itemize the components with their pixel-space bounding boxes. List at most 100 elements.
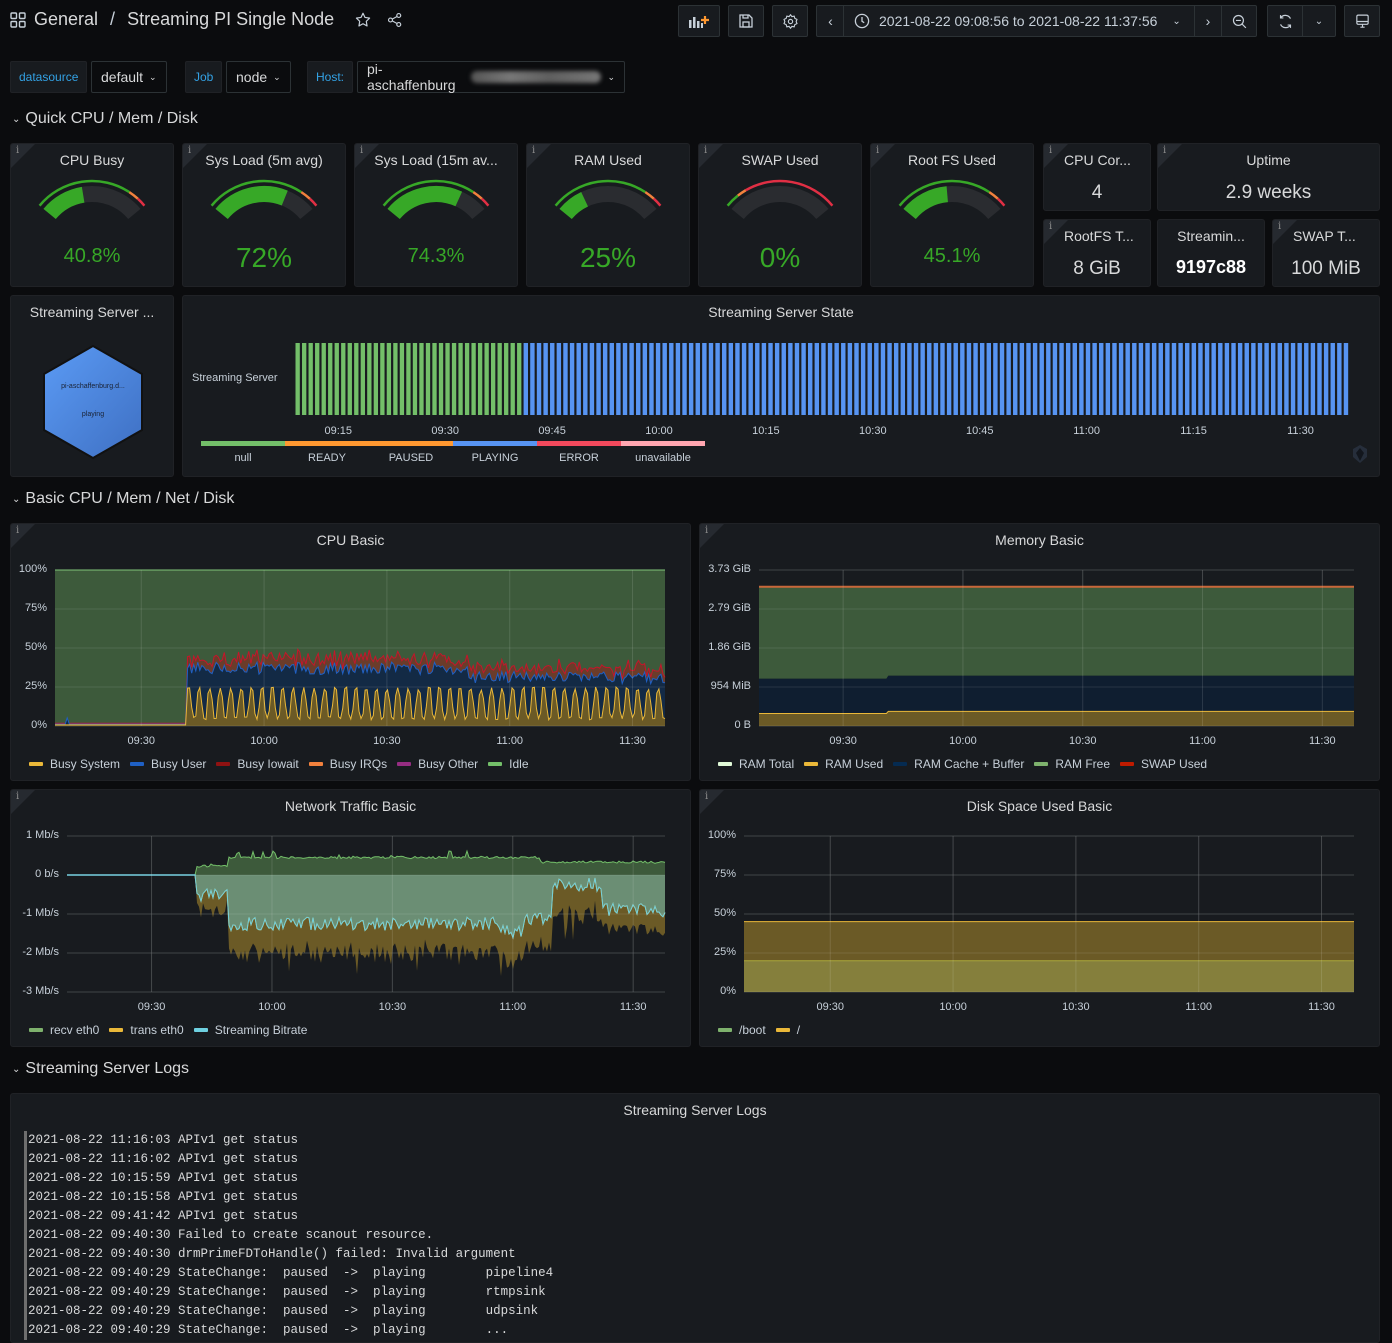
stat-value: 2.9 weeks bbox=[1225, 182, 1312, 203]
x-tick-label: 10:00 bbox=[645, 425, 673, 437]
log-line[interactable]: 2021-08-22 09:40:29 StateChange: paused … bbox=[24, 1283, 553, 1302]
log-line[interactable]: 2021-08-22 10:15:58 APIv1 get status bbox=[24, 1188, 553, 1207]
legend-item[interactable]: SWAP Used bbox=[1120, 757, 1207, 771]
log-line[interactable]: 2021-08-22 09:40:29 StateChange: paused … bbox=[24, 1321, 553, 1340]
refresh-button[interactable] bbox=[1267, 5, 1303, 37]
row-quick-cpu-mem-disk[interactable]: ⌄ Quick CPU / Mem / Disk bbox=[12, 110, 198, 128]
dashboard-title[interactable]: Streaming PI Single Node bbox=[127, 9, 334, 30]
gauge-track bbox=[731, 186, 829, 220]
legend-label-unavailable: unavailable bbox=[635, 452, 691, 464]
log-line[interactable]: 2021-08-22 09:41:42 APIv1 get status bbox=[24, 1207, 553, 1226]
refresh-icon bbox=[1279, 14, 1291, 28]
time-shift-forward-button[interactable]: › bbox=[1194, 5, 1222, 37]
log-line[interactable]: 2021-08-22 11:16:02 APIv1 get status bbox=[24, 1150, 553, 1169]
state-bar-ready bbox=[510, 343, 515, 415]
job-value: node bbox=[236, 69, 268, 85]
legend-label: RAM Total bbox=[739, 757, 795, 771]
dashboards-grid-icon[interactable] bbox=[10, 11, 26, 28]
state-bar-playing bbox=[913, 343, 919, 415]
legend-swatch bbox=[775, 1028, 790, 1032]
state-bar-playing bbox=[682, 343, 687, 415]
state-bar-playing bbox=[1006, 343, 1011, 415]
dashboard-settings-button[interactable] bbox=[772, 5, 808, 37]
legend-item[interactable]: Busy IRQs bbox=[308, 757, 387, 771]
log-line[interactable]: 2021-08-22 09:40:29 StateChange: paused … bbox=[24, 1264, 553, 1283]
state-bar-ready bbox=[393, 343, 398, 415]
legend-item[interactable]: Busy System bbox=[29, 757, 120, 771]
legend-item[interactable]: trans eth0 bbox=[109, 1023, 184, 1037]
info-icon[interactable]: i bbox=[1278, 221, 1281, 232]
log-line[interactable]: 2021-08-22 09:40:30 drmPrimeFDToHandle()… bbox=[24, 1245, 553, 1264]
state-bar-playing bbox=[841, 343, 846, 415]
gauge-threshold bbox=[652, 197, 662, 207]
state-bar-ready bbox=[471, 343, 476, 415]
state-bar-ready bbox=[315, 343, 320, 415]
legend-item[interactable]: Busy Other bbox=[397, 757, 478, 771]
tv-mode-button[interactable] bbox=[1344, 5, 1380, 37]
legend-label: /boot bbox=[739, 1023, 766, 1037]
state-bar-ready bbox=[412, 343, 418, 415]
legend-item[interactable]: Idle bbox=[488, 757, 529, 771]
legend-item[interactable]: RAM Cache + Buffer bbox=[893, 757, 1024, 771]
share-icon[interactable] bbox=[386, 11, 404, 29]
state-bar-playing bbox=[550, 343, 555, 415]
time-shift-back-button[interactable]: ‹ bbox=[816, 5, 844, 37]
datasource-variable-select[interactable]: default ⌄ bbox=[91, 61, 167, 93]
legend-item[interactable]: Busy Iowait bbox=[216, 757, 299, 771]
log-line[interactable]: 2021-08-22 09:40:30 Failed to create sca… bbox=[24, 1226, 553, 1245]
legend-item[interactable]: / bbox=[775, 1023, 801, 1037]
log-line[interactable]: 2021-08-22 10:15:59 APIv1 get status bbox=[24, 1169, 553, 1188]
time-range-picker[interactable]: 2021-08-22 09:08:56 to 2021-08-22 11:37:… bbox=[843, 5, 1195, 37]
state-bar-playing bbox=[1224, 343, 1230, 415]
state-bar-playing bbox=[1052, 343, 1058, 415]
state-bar-playing bbox=[847, 343, 853, 415]
info-icon[interactable]: i bbox=[1049, 221, 1052, 232]
y-tick-label: 75% bbox=[713, 868, 736, 880]
gauge-value: 72% bbox=[235, 242, 293, 273]
state-bar-playing bbox=[755, 343, 760, 415]
legend-item[interactable]: RAM Used bbox=[804, 757, 883, 771]
state-bar-playing bbox=[774, 343, 780, 415]
legend-label: Busy Other bbox=[418, 757, 479, 771]
legend-item[interactable]: RAM Free bbox=[1034, 757, 1110, 771]
log-line[interactable]: 2021-08-22 11:16:03 APIv1 get status bbox=[24, 1131, 553, 1150]
save-dashboard-button[interactable] bbox=[728, 5, 764, 37]
log-line[interactable]: 2021-08-22 09:40:29 StateChange: paused … bbox=[24, 1302, 553, 1321]
legend-item[interactable]: RAM Total bbox=[718, 757, 794, 771]
legend-item[interactable]: Busy User bbox=[130, 757, 206, 771]
state-bar-playing bbox=[1013, 343, 1018, 415]
refresh-interval-dropdown[interactable]: ⌄ bbox=[1302, 5, 1336, 37]
hexagon-host: pi-aschaffenburg.d... bbox=[61, 383, 125, 390]
folder-link[interactable]: General bbox=[34, 9, 98, 30]
host-variable-select[interactable]: pi-aschaffenburg ⌄ bbox=[357, 61, 625, 93]
panel-title: RootFS T... bbox=[1064, 228, 1134, 244]
row-title: Quick CPU / Mem / Disk bbox=[25, 110, 198, 127]
star-icon[interactable] bbox=[354, 11, 372, 29]
row-streaming-server-logs[interactable]: ⌄ Streaming Server Logs bbox=[12, 1060, 189, 1078]
state-bar-playing bbox=[708, 343, 714, 415]
state-bar-playing bbox=[907, 343, 912, 415]
add-panel-button[interactable] bbox=[678, 5, 720, 37]
legend-label: Streaming Bitrate bbox=[214, 1023, 308, 1037]
y-tick-label: 1.86 GiB bbox=[708, 641, 751, 653]
log-list[interactable]: 2021-08-22 11:16:03 APIv1 get status 2021… bbox=[24, 1131, 553, 1340]
row-basic-cpu-mem-net-disk[interactable]: ⌄ Basic CPU / Mem / Net / Disk bbox=[12, 490, 234, 508]
state-bar-playing bbox=[973, 343, 978, 415]
job-variable-select[interactable]: node ⌄ bbox=[226, 61, 291, 93]
legend-item[interactable]: /boot bbox=[718, 1023, 766, 1037]
zoom-out-button[interactable] bbox=[1221, 5, 1257, 37]
gauge-value: 25% bbox=[579, 242, 637, 273]
gauge-threshold bbox=[996, 197, 1006, 207]
chevron-right-icon: › bbox=[1205, 13, 1211, 29]
status-hexagon[interactable] bbox=[41, 344, 145, 460]
time-range-text: 2021-08-22 09:08:56 to 2021-08-22 11:37:… bbox=[879, 13, 1158, 29]
gauge-value-arc bbox=[903, 186, 949, 220]
x-tick-label: 10:30 bbox=[1062, 1001, 1090, 1013]
legend-label: / bbox=[796, 1023, 801, 1037]
legend-item[interactable]: recv eth0 bbox=[29, 1023, 99, 1037]
chevron-left-icon: ‹ bbox=[828, 13, 833, 29]
streaming-server-status-panel: Streaming Server ... pi-aschaffenburg.d.… bbox=[10, 295, 174, 477]
legend-item[interactable]: Streaming Bitrate bbox=[193, 1023, 308, 1037]
job-variable-label: Job bbox=[185, 61, 223, 93]
info-icon[interactable]: i bbox=[1049, 145, 1052, 156]
